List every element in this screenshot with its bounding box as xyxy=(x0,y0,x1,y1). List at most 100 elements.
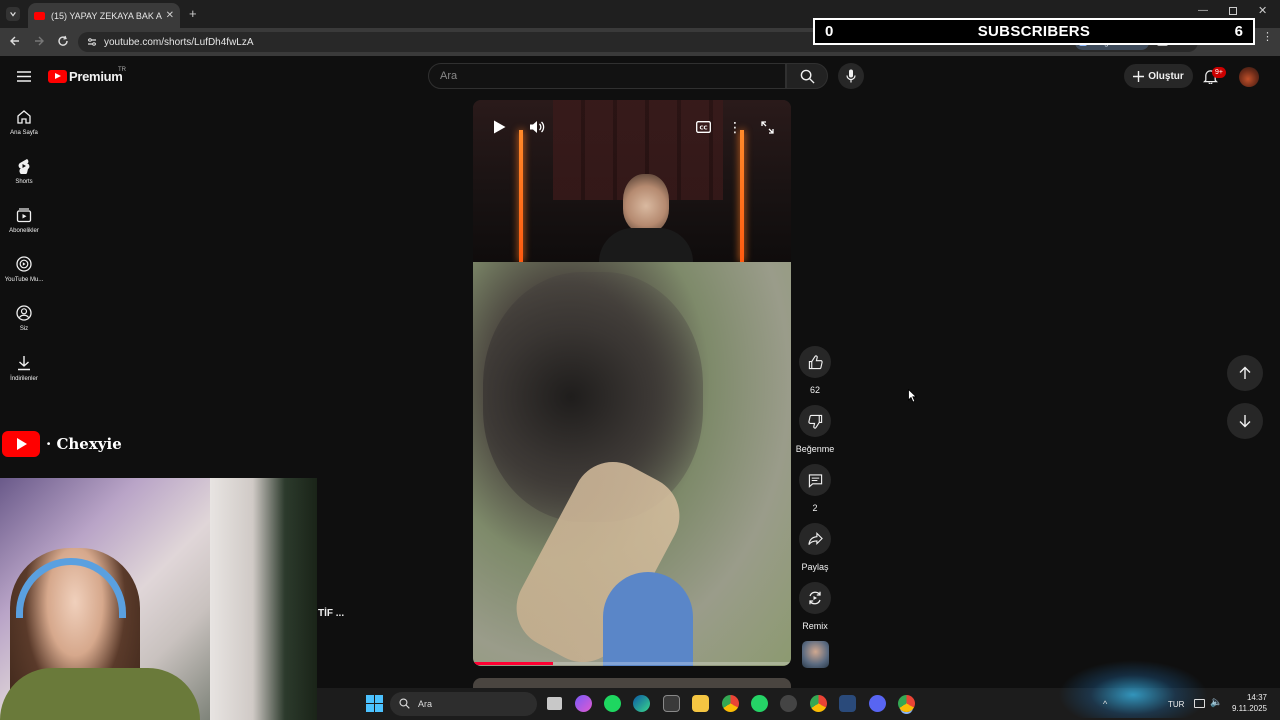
sidebar-item-shorts[interactable]: Shorts xyxy=(0,158,48,204)
search-input[interactable]: Ara xyxy=(428,63,786,89)
volume-button[interactable] xyxy=(525,115,549,139)
close-window-icon[interactable]: ✕ xyxy=(1258,4,1267,17)
more-options-icon[interactable]: ⋮ xyxy=(723,115,747,139)
progress-track[interactable] xyxy=(473,662,791,665)
create-label: Oluştur xyxy=(1148,70,1184,82)
dislike-action[interactable]: Beğenme xyxy=(796,405,834,454)
progress-fill xyxy=(473,662,553,665)
tab-close-icon[interactable]: ✕ xyxy=(166,10,174,21)
thumbs-down-icon xyxy=(807,414,822,429)
next-short-button[interactable] xyxy=(1227,403,1263,439)
streamer-shoulders xyxy=(599,228,693,262)
chevron-down-icon xyxy=(10,12,16,17)
tray-overflow-icon[interactable]: ^ xyxy=(1103,699,1107,709)
language-indicator[interactable]: TUR xyxy=(1168,700,1184,709)
url-text: youtube.com/shorts/LufDh4fwLzA xyxy=(104,36,254,48)
avatar[interactable] xyxy=(1239,67,1259,87)
site-info-icon[interactable] xyxy=(87,37,97,47)
channel-banner: · Chexyie xyxy=(2,431,142,457)
streamer-face xyxy=(623,174,669,232)
tab-title: (15) YAPAY ZEKAYA BAK AKLIMI xyxy=(51,10,162,21)
green-sweater xyxy=(0,668,200,720)
browser-tab[interactable]: (15) YAPAY ZEKAYA BAK AKLIMI ✕ xyxy=(28,3,180,28)
like-action[interactable]: 62 xyxy=(799,346,831,395)
voice-search-button[interactable] xyxy=(838,63,864,89)
sidebar-item-subscriptions[interactable]: Abonelikler xyxy=(0,207,48,253)
dislike-button[interactable] xyxy=(799,405,831,437)
sidebar-item-label: Siz xyxy=(19,326,29,332)
remix-action[interactable]: Remix xyxy=(799,582,831,631)
sidebar-item-you[interactable]: Siz xyxy=(0,305,48,351)
next-short-preview[interactable] xyxy=(473,678,791,688)
file-explorer-icon[interactable] xyxy=(692,695,709,712)
start-button[interactable] xyxy=(366,695,383,712)
remix-icon xyxy=(809,591,821,605)
display-icon[interactable] xyxy=(1194,699,1205,708)
browser-menu-icon[interactable]: ⋮ xyxy=(1262,32,1273,43)
mouse-cursor-icon xyxy=(908,389,917,403)
captions-button[interactable]: CC xyxy=(691,115,715,139)
share-action[interactable]: Paylaş xyxy=(799,523,831,572)
chrome-profile-icon[interactable] xyxy=(810,695,827,712)
steam-icon[interactable] xyxy=(780,695,797,712)
sidebar-item-downloads[interactable]: İndirilenler xyxy=(0,355,48,401)
taskbar-search-placeholder: Ara xyxy=(418,699,433,709)
shorts-video-player[interactable]: CC ⋮ xyxy=(473,100,791,666)
fullscreen-button[interactable] xyxy=(755,115,779,139)
subscriber-count-right: 6 xyxy=(1234,23,1243,40)
copilot-icon[interactable] xyxy=(575,695,592,712)
youtube-logo-icon xyxy=(2,431,40,457)
youtube-premium-logo[interactable]: Premium xyxy=(48,69,123,84)
play-button[interactable] xyxy=(487,115,511,139)
arrow-down-icon xyxy=(1239,415,1251,428)
download-icon xyxy=(18,356,30,371)
youtube-music-icon xyxy=(16,256,32,272)
video-content-dog xyxy=(473,262,791,666)
forward-icon[interactable] xyxy=(33,35,45,47)
previous-short-button[interactable] xyxy=(1227,355,1263,391)
arrow-up-icon xyxy=(1239,366,1251,379)
tab-search-button[interactable] xyxy=(6,7,20,21)
guide-menu-icon[interactable] xyxy=(17,71,31,82)
expand-icon xyxy=(760,120,774,134)
reload-icon[interactable] xyxy=(57,35,69,47)
share-button[interactable] xyxy=(799,523,831,555)
sidebar-item-youtube-music[interactable]: YouTube Mu... xyxy=(0,256,48,302)
spotify-icon[interactable] xyxy=(604,695,621,712)
chrome-icon[interactable] xyxy=(722,695,739,712)
subscribers-label: SUBSCRIBERS xyxy=(977,23,1091,40)
led-light-left xyxy=(519,130,523,262)
channel-name: · Chexyie xyxy=(46,435,122,453)
search-button[interactable] xyxy=(786,63,828,89)
sound-source-thumbnail[interactable] xyxy=(802,641,829,668)
system-clock[interactable]: 14:37 9.11.2025 xyxy=(1232,692,1267,714)
chrome-active-icon[interactable] xyxy=(898,695,915,712)
like-button[interactable] xyxy=(799,346,831,378)
app-icon[interactable] xyxy=(839,695,856,712)
search-icon xyxy=(399,698,410,709)
sidebar-item-home[interactable]: Ana Sayfa xyxy=(0,109,48,155)
minimize-icon[interactable]: — xyxy=(1198,5,1208,16)
create-button[interactable]: Oluştur xyxy=(1124,64,1193,88)
share-label: Paylaş xyxy=(801,562,829,572)
taskbar-search[interactable]: Ara xyxy=(390,692,537,716)
edge-icon[interactable] xyxy=(633,695,650,712)
back-icon[interactable] xyxy=(9,35,21,47)
plus-icon xyxy=(1133,70,1145,82)
restore-icon[interactable] xyxy=(1229,7,1237,15)
comments-action[interactable]: 2 xyxy=(799,464,831,513)
like-count: 62 xyxy=(809,385,820,395)
store-icon[interactable] xyxy=(663,695,680,712)
whatsapp-icon[interactable] xyxy=(751,695,768,712)
task-view-icon[interactable] xyxy=(547,697,562,710)
speaker-icon[interactable]: 🔈 xyxy=(1210,697,1222,708)
new-tab-button[interactable]: + xyxy=(189,6,197,21)
discord-icon[interactable] xyxy=(869,695,886,712)
sidebar-item-label: YouTube Mu... xyxy=(4,277,44,283)
remix-button[interactable] xyxy=(799,582,831,614)
youtube-favicon-icon xyxy=(34,11,45,20)
led-light-right xyxy=(740,130,744,262)
comments-button[interactable] xyxy=(799,464,831,496)
account-icon xyxy=(16,305,32,321)
shorts-icon xyxy=(18,159,30,174)
